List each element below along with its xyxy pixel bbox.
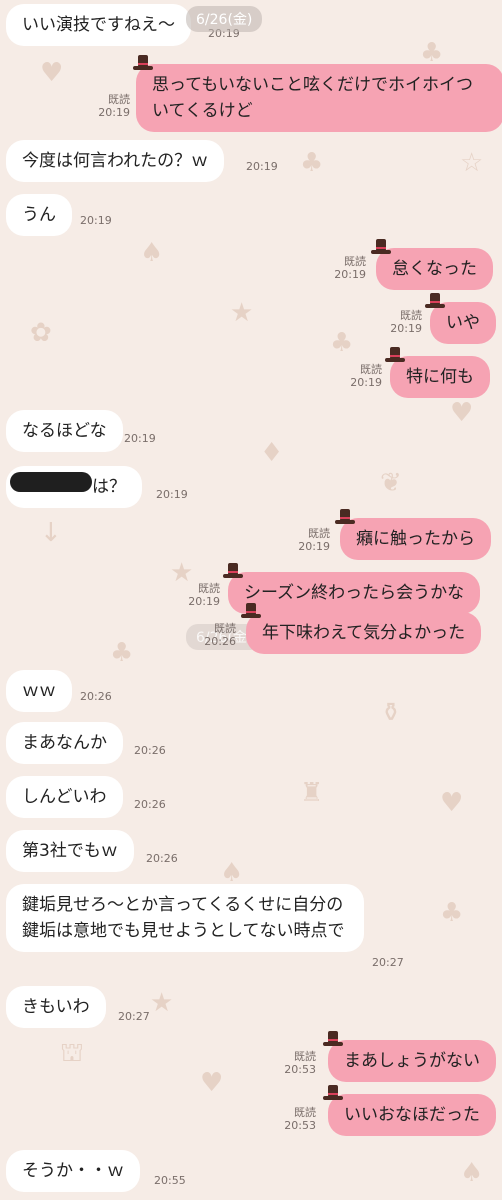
club-icon: ♣ (110, 638, 134, 668)
message-bubble[interactable]: ｗｗ (6, 670, 72, 712)
redacted-name (10, 472, 92, 492)
message-time: 20:19 (188, 595, 220, 608)
message-time: 20:19 (80, 214, 112, 227)
message-bubble[interactable]: シーズン終わったら会うかな (228, 572, 481, 614)
top-hat-icon (385, 347, 405, 362)
message-bubble[interactable]: 年下味わえて気分よかった (246, 612, 482, 654)
message-bubble[interactable]: うん (6, 194, 72, 236)
top-hat-icon (425, 293, 445, 308)
read-receipt: 既読 (400, 309, 422, 322)
message-bubble[interactable]: 第3社でもｗ (6, 830, 134, 872)
heart-icon: ♥ (40, 58, 64, 88)
message-bubble[interactable]: 怠くなった (376, 248, 493, 290)
spade-icon: ♠ (220, 858, 244, 888)
club-icon: ♣ (440, 898, 464, 928)
date-separator: 6/26(金) (186, 6, 263, 32)
read-receipt: 既読 (198, 582, 220, 595)
club-icon: ♣ (300, 148, 324, 178)
read-receipt: 既読 (294, 1106, 316, 1119)
flamingo-icon: ❦ (380, 468, 402, 498)
message-bubble[interactable]: まあなんか (6, 722, 123, 764)
read-receipt: 既読 (214, 622, 236, 635)
message-bubble[interactable]: いい演技ですねえ〜 (6, 4, 191, 46)
star-icon: ★ (150, 988, 174, 1018)
message-time: 20:19 (298, 540, 330, 553)
top-hat-icon (241, 603, 261, 618)
message-time: 20:27 (118, 1010, 150, 1023)
message-time: 20:19 (350, 376, 382, 389)
top-hat-icon (223, 563, 243, 578)
message-bubble[interactable]: 鍵垢見せろ〜とか言ってくるくせに自分の鍵垢は意地でも見せようとしてない時点で (6, 884, 364, 952)
message-time: 20:26 (134, 744, 166, 757)
message-time: 20:55 (154, 1174, 186, 1187)
message-time: 20:26 (146, 852, 178, 865)
message-time: 20:27 (372, 956, 404, 969)
message-time: 20:53 (284, 1119, 316, 1132)
message-bubble[interactable]: まあしょうがない (328, 1040, 496, 1082)
heart-icon: ♥ (200, 1068, 224, 1098)
message-time: 20:53 (284, 1063, 316, 1076)
message-time: 20:19 (246, 160, 278, 173)
message-bubble[interactable]: そうか・・ｗ (6, 1150, 140, 1192)
message-time: 20:19 (390, 322, 422, 335)
message-time: 20:19 (124, 432, 156, 445)
read-receipt: 既読 (308, 527, 330, 540)
top-hat-icon (335, 509, 355, 524)
top-hat-icon (323, 1085, 343, 1100)
diamond-icon: ♦ (260, 438, 284, 468)
message-time: 20:19 (156, 488, 188, 501)
message-time: 20:26 (204, 635, 236, 648)
arrow-down-icon: ↓ (40, 518, 62, 548)
top-hat-icon (371, 239, 391, 254)
spade-icon: ♠ (460, 1158, 484, 1188)
message-bubble[interactable]: 思ってもいないこと呟くだけでホイホイついてくるけど (136, 64, 502, 132)
hat-icon: ♜ (300, 778, 324, 808)
message-time: 20:26 (134, 798, 166, 811)
rose-icon: ✿ (30, 318, 52, 348)
spade-icon: ♠ (140, 238, 164, 268)
message-bubble[interactable]: 癪に触ったから (340, 518, 491, 560)
message-time: 20:19 (334, 268, 366, 281)
read-receipt: 既読 (294, 1050, 316, 1063)
read-receipt: 既読 (344, 255, 366, 268)
read-receipt: 既読 (360, 363, 382, 376)
heart-icon: ♥ (440, 788, 464, 818)
bottle-icon: ⚱ (380, 698, 402, 728)
club-icon: ♣ (330, 328, 354, 358)
message-time: 20:26 (80, 690, 112, 703)
top-hat-icon (323, 1031, 343, 1046)
message-bubble[interactable]: しんどいわ (6, 776, 123, 818)
cupcake-icon: ♣ (420, 38, 444, 68)
message-time: 20:19 (98, 106, 130, 119)
star-icon: ★ (230, 298, 254, 328)
message-bubble[interactable]: きもいわ (6, 986, 106, 1028)
star-icon: ☆ (460, 148, 484, 178)
heart-icon: ♥ (450, 398, 474, 428)
message-bubble[interactable]: なるほどな (6, 410, 123, 452)
mushroom-icon: ⛫ (60, 1038, 84, 1068)
message-bubble[interactable]: 今度は何言われたの？ｗ (6, 140, 225, 182)
top-hat-icon (133, 55, 153, 70)
read-receipt: 既読 (108, 93, 130, 106)
message-bubble[interactable]: いいおなほだった (328, 1094, 496, 1136)
